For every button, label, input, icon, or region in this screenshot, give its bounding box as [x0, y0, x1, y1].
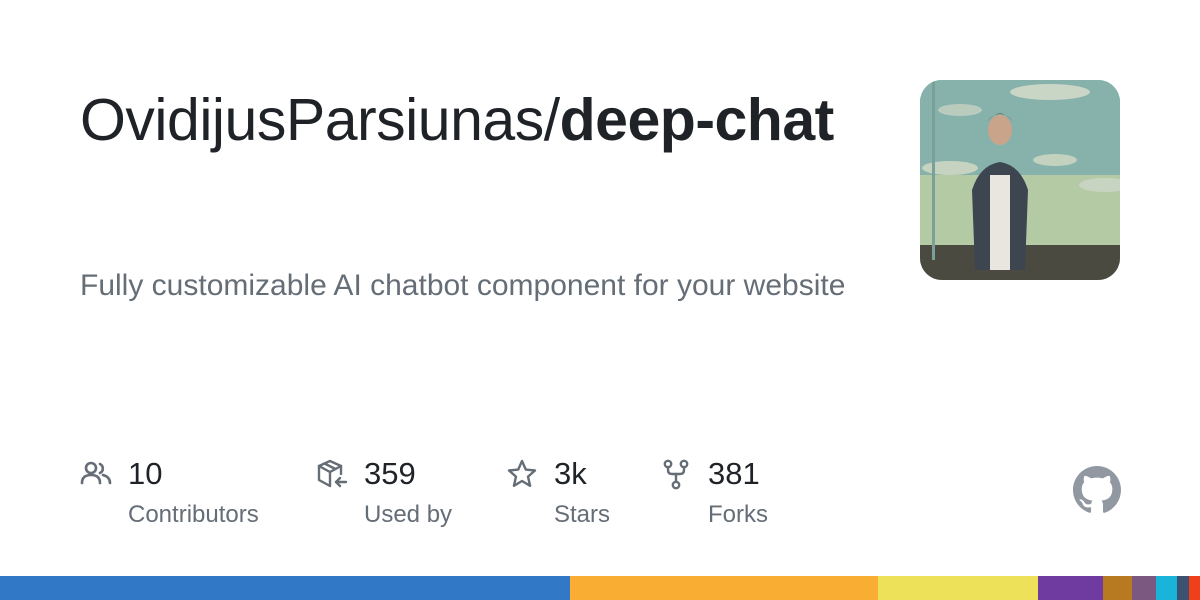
repo-description: Fully customizable AI chatbot component …: [80, 269, 846, 302]
stat-used-by-value: 359: [364, 456, 416, 491]
language-bar-segment: [1189, 576, 1200, 600]
language-bar-segment: [1131, 576, 1156, 600]
github-mark-icon[interactable]: [1073, 466, 1121, 514]
language-bar-segment: [1037, 576, 1103, 600]
language-bar-segment: [0, 576, 570, 600]
language-bar-segment: [1155, 576, 1178, 600]
language-bar-segment: [1102, 576, 1132, 600]
stat-stars-label: Stars: [554, 501, 611, 528]
star-icon: [507, 459, 537, 487]
owner-avatar[interactable]: [920, 80, 1120, 280]
repo-owner[interactable]: OvidijusParsiunas: [80, 87, 544, 153]
repo-name[interactable]: deep-chat: [560, 87, 835, 153]
avatar-photo: [920, 80, 1120, 280]
language-bar-segment: [570, 576, 879, 600]
stat-stars-value: 3k: [554, 456, 587, 491]
stat-contributors-value: 10: [128, 456, 163, 491]
people-icon: [80, 461, 112, 485]
stat-used-by-label: Used by: [364, 501, 453, 528]
stat-forks-value: 381: [708, 456, 760, 491]
language-bar-segment: [878, 576, 1038, 600]
repo-title: OvidijusParsiunas/deep-chat: [80, 84, 840, 156]
stat-contributors-label: Contributors: [128, 501, 259, 528]
repo-separator: /: [543, 87, 560, 153]
repo-forked-icon: [663, 459, 689, 490]
stat-forks-label: Forks: [708, 501, 768, 528]
language-bar: [0, 576, 1200, 600]
package-dependents-icon: [317, 459, 348, 488]
language-bar-segment: [1177, 576, 1190, 600]
